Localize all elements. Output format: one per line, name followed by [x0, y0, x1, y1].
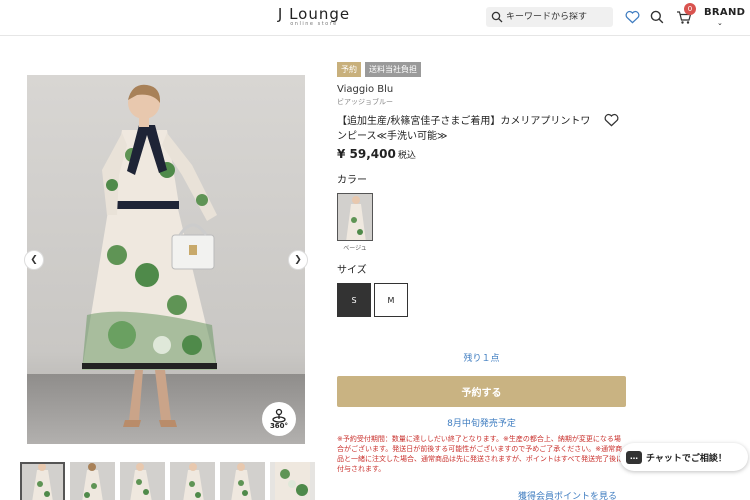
- chevron-left-icon: ❮: [30, 255, 38, 265]
- view-360-button[interactable]: 360°: [262, 402, 296, 436]
- product-brand[interactable]: Viaggio Blu: [337, 84, 393, 95]
- thumbnail-1[interactable]: [20, 462, 65, 500]
- search-icon: [491, 11, 503, 23]
- product-title: 【追加生産/秋篠宮佳子さまご着用】カメリアプリントワンピース≪手洗い可能≫: [337, 116, 591, 142]
- chevron-right-icon: ❯: [294, 255, 302, 265]
- product-brand-kana: ビアッジョブルー: [337, 98, 393, 106]
- chat-support-button[interactable]: … チャットでご相談！: [620, 443, 748, 471]
- view-360-label: 360°: [269, 422, 289, 430]
- preorder-tag: 予約: [337, 62, 361, 77]
- thumbnail-3[interactable]: [120, 462, 165, 500]
- chat-bubble-icon: …: [626, 450, 642, 464]
- price-value: ¥ 59,400: [337, 147, 396, 161]
- gallery-next-button[interactable]: ❯: [288, 250, 308, 270]
- thumbnail-6[interactable]: [270, 462, 315, 500]
- search-input[interactable]: [506, 12, 606, 22]
- main-product-photo: [27, 75, 305, 444]
- search-box[interactable]: [486, 7, 613, 27]
- color-swatch-beige[interactable]: [337, 193, 373, 241]
- thumbnail-5[interactable]: [220, 462, 265, 500]
- gallery-prev-button[interactable]: ❮: [24, 250, 44, 270]
- site-logo[interactable]: J Lounge online store: [274, 5, 354, 27]
- product-price: ¥ 59,400 税込: [337, 147, 416, 161]
- size-m-button[interactable]: M: [374, 283, 408, 317]
- reserve-button[interactable]: 予約する: [337, 376, 626, 407]
- free-shipping-tag: 送料当社負担: [365, 62, 421, 77]
- chat-label: チャットでご相談！: [646, 453, 727, 464]
- thumbnail-strip: [20, 462, 315, 500]
- color-label: カラー: [337, 175, 367, 186]
- stock-remaining: 残り１点: [463, 354, 500, 364]
- brand-menu[interactable]: BRAND: [704, 7, 745, 18]
- color-name: ベージュ: [343, 245, 367, 252]
- thumbnail-4[interactable]: [170, 462, 215, 500]
- cart-count-badge: 0: [684, 3, 696, 15]
- thumbnail-2[interactable]: [70, 462, 115, 500]
- favorite-heart-icon[interactable]: [604, 112, 619, 131]
- favorites-heart-icon[interactable]: [623, 8, 641, 26]
- product-tags: 予約 送料当社負担: [337, 62, 421, 77]
- member-points-link[interactable]: 獲得会員ポイントを見る: [518, 489, 617, 500]
- search-header-icon[interactable]: [648, 8, 666, 26]
- preorder-notes: ※予約受付期間：数量に達ししだい終了となります。※生産の都合上、納期が変更になる…: [337, 435, 624, 473]
- tax-label: 税込: [397, 151, 416, 161]
- release-date: 8月中旬発売予定: [447, 419, 516, 429]
- cart-button[interactable]: 0: [675, 3, 696, 26]
- site-header: J Lounge online store 0 BRAND ⌄: [0, 0, 750, 36]
- size-label: サイズ: [337, 265, 367, 276]
- size-s-button[interactable]: S: [337, 283, 371, 317]
- chevron-down-icon[interactable]: ⌄: [717, 19, 723, 27]
